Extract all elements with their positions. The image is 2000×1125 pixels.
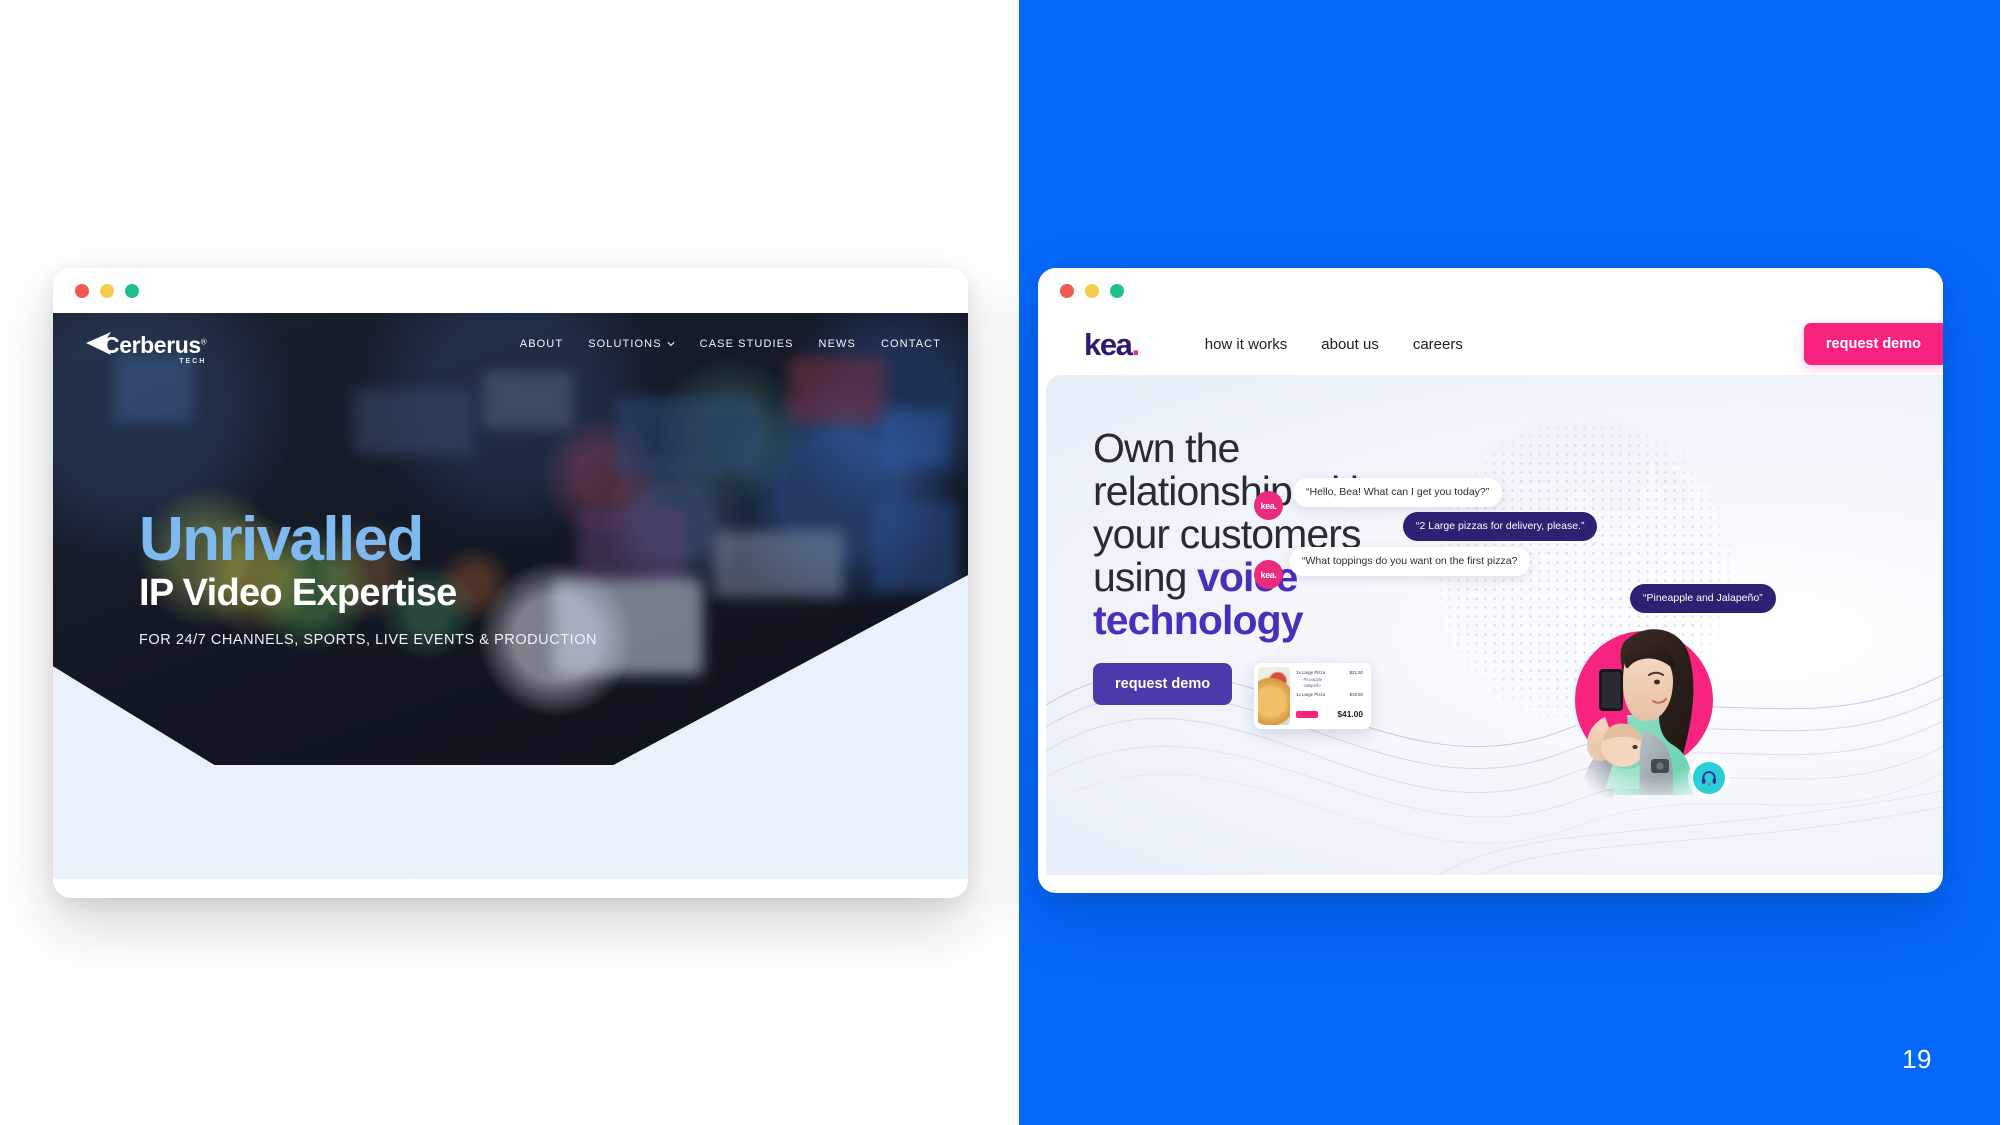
nav-item-case-studies[interactable]: CASE STUDIES xyxy=(700,338,794,350)
nav-label: CONTACT xyxy=(880,338,941,350)
order-name: Large Pizza xyxy=(1301,670,1326,675)
kea-logo[interactable]: kea. xyxy=(1084,326,1141,362)
order-summary-card: 1x Large Pizza $21.50 - Pineapple - Jala… xyxy=(1254,663,1371,729)
pizza-thumbnail xyxy=(1258,667,1290,725)
hero-headline: IP Video Expertise xyxy=(139,572,457,615)
kea-avatar-1: kea. xyxy=(1254,491,1283,520)
chat-bubble-4: “Pineapple and Jalapeño” xyxy=(1630,584,1776,614)
headline-line-4-plain: using xyxy=(1093,554,1198,601)
order-name: Large Pizza xyxy=(1301,692,1326,698)
nav-label: CASE STUDIES xyxy=(699,338,794,350)
order-items: 1x Large Pizza $21.50 - Pineapple - Jala… xyxy=(1290,667,1367,725)
order-row: 1x Large Pizza $19.50 xyxy=(1296,692,1363,699)
cerberus-nav-menu: ABOUT SOLUTIONS CASE STUDIES NEWS CONTAC… xyxy=(520,338,941,350)
order-accent-chip xyxy=(1296,710,1318,718)
kea-hero-stage: Own the relationship with your customers… xyxy=(1046,375,1943,875)
order-row: 1x Large Pizza $21.50 xyxy=(1296,670,1363,677)
nav-item-about[interactable]: ABOUT xyxy=(520,338,563,350)
header-request-demo-button[interactable]: request demo xyxy=(1803,323,1943,365)
cerberus-logo-tagline: TECH xyxy=(179,358,207,365)
hero-headline-accent: Unrivalled xyxy=(139,505,424,574)
order-price: $21.50 xyxy=(1349,670,1363,675)
nav-item-contact[interactable]: CONTACT xyxy=(881,338,941,350)
nav-label: NEWS xyxy=(818,338,856,350)
hero-subheadline: FOR 24/7 CHANNELS, SPORTS, LIVE EVENTS &… xyxy=(139,632,598,649)
maximize-dot[interactable] xyxy=(1110,283,1124,298)
page-number: 19 xyxy=(1902,1044,1932,1074)
chat-bubble-1: “Hello, Bea! What can I get you today?” xyxy=(1293,478,1503,508)
order-qty: 1x xyxy=(1296,670,1301,675)
nav-item-how-it-works[interactable]: how it works xyxy=(1205,336,1288,353)
close-dot[interactable] xyxy=(75,283,89,298)
kea-logo-name: kea xyxy=(1084,326,1133,362)
browser-window-kea: kea. how it works about us careers reque… xyxy=(1038,268,1943,893)
window-chrome-bar xyxy=(53,268,968,313)
nav-item-solutions[interactable]: SOLUTIONS xyxy=(588,338,675,350)
slide: 19 Cerberus® TECH ABOUT SOLUTIONS CASE S… xyxy=(0,0,2000,1125)
minimize-dot[interactable] xyxy=(1085,283,1099,298)
order-qty: 1x xyxy=(1296,692,1301,698)
nav-item-about-us[interactable]: about us xyxy=(1321,336,1379,353)
kea-logo-dot: . xyxy=(1131,326,1141,362)
order-item-qty-name: 1x Large Pizza xyxy=(1296,670,1325,677)
close-dot[interactable] xyxy=(1060,283,1074,298)
order-topping: - Jalapeño xyxy=(1301,682,1321,688)
headset-icon xyxy=(1701,771,1717,786)
nav-label: SOLUTIONS xyxy=(588,338,662,350)
order-total-amount: $41.00 xyxy=(1337,709,1363,720)
kea-navbar: kea. how it works about us careers reque… xyxy=(1038,313,1943,375)
chat-bubble-2: “2 Large pizzas for delivery, please.” xyxy=(1403,512,1598,542)
headline-line-1: Own the xyxy=(1093,425,1240,471)
headset-badge xyxy=(1693,762,1725,794)
cerberus-logo[interactable]: Cerberus® TECH xyxy=(82,331,207,365)
browser-window-cerberus: Cerberus® TECH ABOUT SOLUTIONS CASE STUD… xyxy=(53,268,968,898)
hero-photo-woman-with-baby xyxy=(1559,619,1739,804)
kea-hero-headline: Own the relationship with your customers… xyxy=(1093,425,1373,644)
kea-avatar-2: kea. xyxy=(1254,560,1283,589)
cerberus-viewport: Cerberus® TECH ABOUT SOLUTIONS CASE STUD… xyxy=(53,313,968,879)
cerberus-logo-name: Cerberus xyxy=(103,332,201,358)
minimize-dot[interactable] xyxy=(100,283,114,298)
window-chrome-bar xyxy=(1038,268,1943,313)
order-item-qty-name: 1x Large Pizza xyxy=(1296,692,1325,699)
order-total-row: $41.00 xyxy=(1296,709,1363,719)
nav-item-careers[interactable]: careers xyxy=(1413,336,1463,353)
nav-label: ABOUT xyxy=(519,338,564,350)
nav-item-news[interactable]: NEWS xyxy=(819,338,856,350)
cerberus-logo-trademark: ® xyxy=(200,337,207,347)
kea-nav-menu: how it works about us careers xyxy=(1205,336,1463,353)
chevron-down-icon xyxy=(667,341,675,347)
cerberus-hero-copy: Unrivalled IP Video Expertise FOR 24/7 C… xyxy=(139,505,598,649)
headline-line-5-accent: technology xyxy=(1093,597,1304,644)
order-price: $19.50 xyxy=(1349,692,1363,698)
cerberus-navbar: Cerberus® TECH ABOUT SOLUTIONS CASE STUD… xyxy=(53,313,968,375)
order-topping: - xyxy=(1301,698,1303,704)
maximize-dot[interactable] xyxy=(125,283,139,298)
kea-viewport: kea. how it works about us careers reque… xyxy=(1038,313,1943,875)
chat-bubble-3: “What toppings do you want on the first … xyxy=(1289,547,1531,577)
hero-request-demo-button[interactable]: request demo xyxy=(1093,663,1233,705)
